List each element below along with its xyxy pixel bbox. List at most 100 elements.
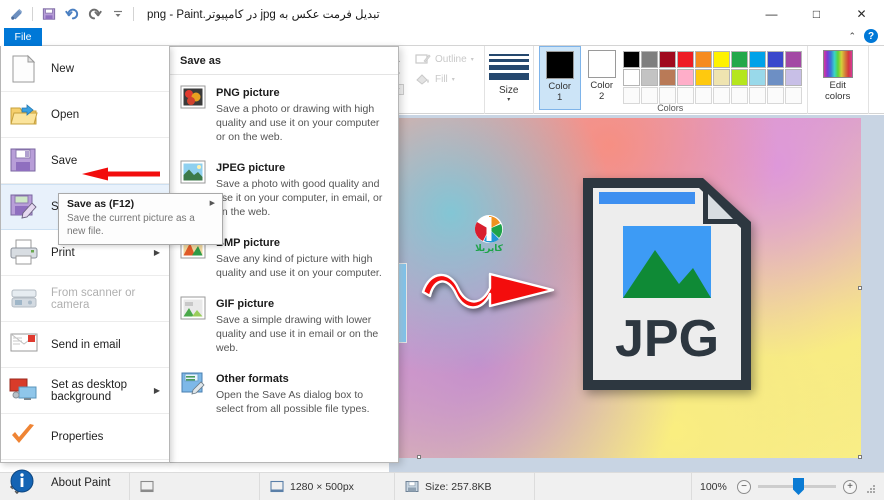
- undo-icon[interactable]: [61, 4, 82, 25]
- size-bar-3: [488, 65, 529, 70]
- palette-row-2: [622, 69, 802, 86]
- menu-item-about-paint[interactable]: About Paint: [1, 460, 169, 500]
- color1-button[interactable]: Color 1: [538, 46, 581, 110]
- palette-swatch[interactable]: [712, 51, 730, 68]
- menu-label-properties: Properties: [51, 430, 104, 443]
- tab-file[interactable]: File: [4, 28, 42, 46]
- palette-swatch[interactable]: [730, 69, 748, 86]
- palette-swatch-empty[interactable]: [712, 87, 730, 104]
- palette-row-3: [622, 87, 802, 104]
- palette-swatch-empty[interactable]: [748, 87, 766, 104]
- outline-caret-icon[interactable]: ▾: [471, 56, 474, 63]
- color2-button[interactable]: Color 2: [581, 46, 623, 110]
- customize-qat-icon[interactable]: [107, 4, 128, 25]
- zoom-out-button[interactable]: −: [737, 479, 751, 494]
- menu-label-set-as-desktop-background: Set as desktop background: [51, 378, 128, 403]
- size-icon[interactable]: [488, 51, 529, 83]
- gif-desc: Save a simple drawing with lower quality…: [216, 314, 379, 354]
- fill-icon: [415, 72, 431, 86]
- redo-icon[interactable]: [84, 4, 105, 25]
- logo-text: کاپریلا: [475, 244, 504, 253]
- zoom-in-button[interactable]: +: [843, 479, 857, 494]
- palette-swatch-empty[interactable]: [730, 87, 748, 104]
- save-icon[interactable]: [38, 4, 59, 25]
- palette-swatch-empty[interactable]: [766, 87, 784, 104]
- palette-swatch[interactable]: [784, 51, 802, 68]
- canvas-handle-bottom-right[interactable]: [858, 455, 862, 459]
- floppy-save-icon: [9, 146, 39, 176]
- maximize-button[interactable]: □: [794, 0, 839, 28]
- palette-swatch[interactable]: [640, 51, 658, 68]
- palette-swatch[interactable]: [694, 69, 712, 86]
- palette-swatch[interactable]: [658, 69, 676, 86]
- menu-item-set-as-desktop-background[interactable]: Set as desktop background ▶: [1, 368, 169, 414]
- palette-swatch[interactable]: [640, 69, 658, 86]
- size-caret-icon[interactable]: ▾: [507, 96, 510, 103]
- menu-item-open[interactable]: Open: [1, 92, 169, 138]
- qat-separator-2: [133, 7, 134, 21]
- save-as-icon: [9, 192, 39, 222]
- red-wavy-arrow: [420, 262, 558, 314]
- palette-swatch-empty[interactable]: [676, 87, 694, 104]
- palette-swatch[interactable]: [622, 69, 640, 86]
- edit-with-paint3d-button[interactable]: Edit with Paint 3D: [873, 46, 884, 110]
- gif-name: GIF picture: [216, 298, 275, 310]
- printer-icon: [9, 238, 39, 268]
- paint-icon[interactable]: [6, 4, 27, 25]
- other-formats-desc: Open the Save As dialog box to select fr…: [216, 389, 370, 415]
- help-icon[interactable]: ?: [864, 29, 878, 43]
- minimize-button[interactable]: —: [749, 0, 794, 28]
- edit-colors-button[interactable]: Edit colors: [812, 46, 864, 110]
- palette-swatch[interactable]: [676, 51, 694, 68]
- palette-swatch-empty[interactable]: [694, 87, 712, 104]
- menu-item-from-scanner-or-camera: From scanner or camera: [1, 276, 169, 322]
- palette-swatch-empty[interactable]: [640, 87, 658, 104]
- palette-swatch-empty[interactable]: [622, 87, 640, 104]
- canvas-image[interactable]: کاپریلا JPG: [391, 118, 862, 459]
- palette-swatch[interactable]: [694, 51, 712, 68]
- canvas-handle-middle-right[interactable]: [858, 286, 862, 290]
- new-document-icon: [9, 54, 39, 84]
- jpg-file-graphic: JPG: [575, 170, 759, 398]
- close-button[interactable]: ✕: [839, 0, 884, 28]
- palette-swatch[interactable]: [748, 69, 766, 86]
- save-as-other-formats[interactable]: Other formats Open the Save As dialog bo…: [170, 361, 398, 422]
- zoom-slider[interactable]: [758, 478, 836, 495]
- outline-icon: [415, 52, 431, 66]
- palette-swatch-empty[interactable]: [658, 87, 676, 104]
- chevron-right-icon: ▶: [153, 386, 160, 395]
- menu-item-send-in-email[interactable]: Send in email: [1, 322, 169, 368]
- palette-swatch[interactable]: [730, 51, 748, 68]
- palette-swatch[interactable]: [658, 51, 676, 68]
- zoom-percent: 100%: [700, 480, 727, 493]
- ribbon-tab-row: File ⌃ ?: [0, 28, 884, 46]
- menu-item-new[interactable]: New: [1, 46, 169, 92]
- palette-swatch[interactable]: [676, 69, 694, 86]
- save-as-png[interactable]: PNG picture Save a photo or drawing with…: [170, 75, 398, 150]
- png-name: PNG picture: [216, 87, 280, 99]
- save-as-gif[interactable]: GIF picture Save a simple drawing with l…: [170, 286, 398, 361]
- palette-swatch-empty[interactable]: [784, 87, 802, 104]
- zoom-slider-thumb[interactable]: [793, 478, 804, 495]
- palette-swatch[interactable]: [766, 51, 784, 68]
- save-as-tooltip: Save as (F12) ▶ Save the current picture…: [58, 193, 223, 245]
- fill-button[interactable]: Fill ▾: [415, 72, 474, 86]
- fill-caret-icon[interactable]: ▾: [452, 76, 455, 83]
- menu-item-properties[interactable]: Properties: [1, 414, 169, 460]
- palette-swatch[interactable]: [766, 69, 784, 86]
- chevron-up-icon[interactable]: ⌃: [848, 31, 856, 42]
- edit-colors-label-2: colors: [825, 91, 851, 102]
- palette-swatch[interactable]: [622, 51, 640, 68]
- color1-index: 1: [557, 92, 563, 103]
- outline-button[interactable]: Outline ▾: [415, 52, 474, 66]
- canvas-handle-bottom-left[interactable]: [417, 455, 421, 459]
- red-pointer-annotation: [82, 166, 160, 182]
- size-group: Size ▾: [483, 46, 533, 114]
- resize-grip-icon[interactable]: [864, 481, 876, 493]
- canvas-area[interactable]: کاپریلا JPG: [389, 115, 884, 472]
- size-bar-1: [488, 54, 529, 56]
- png-file-icon: [180, 85, 206, 109]
- palette-swatch[interactable]: [712, 69, 730, 86]
- palette-swatch[interactable]: [784, 69, 802, 86]
- palette-swatch[interactable]: [748, 51, 766, 68]
